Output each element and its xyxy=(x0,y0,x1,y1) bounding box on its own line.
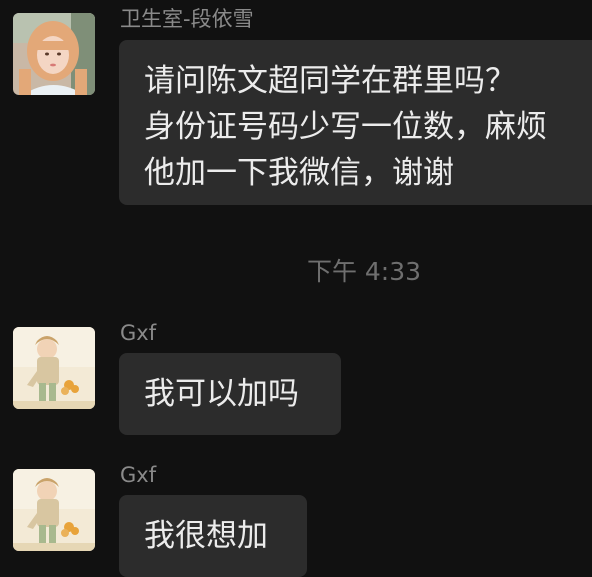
sender-name: 卫生室-段依雪 xyxy=(120,7,254,31)
avatar[interactable] xyxy=(13,13,95,95)
woman-portrait-icon xyxy=(13,13,95,95)
anime-character-icon xyxy=(13,469,95,551)
message-text: 我可以加吗 xyxy=(144,376,299,412)
sender-name: Gxf xyxy=(120,321,157,345)
message-text: 他加一下我微信，谢谢 xyxy=(144,155,454,191)
message-text: 请问陈文超同学在群里吗？ xyxy=(144,63,516,99)
anime-character-icon xyxy=(13,327,95,409)
avatar[interactable] xyxy=(13,469,95,551)
sender-name: Gxf xyxy=(120,463,157,487)
message-text: 身份证号码少写一位数，麻烦 xyxy=(144,109,547,145)
chat-message-list[interactable]: 卫生室-段依雪 请问陈文超同学在群里吗？ 身份证号码少写一位数，麻烦 他加一下我… xyxy=(0,0,592,577)
message-bubble[interactable]: 我很想加 xyxy=(119,495,307,577)
message-bubble[interactable]: 我可以加吗 xyxy=(119,353,341,435)
avatar[interactable] xyxy=(13,327,95,409)
time-divider: 下午 4:33 xyxy=(306,257,422,286)
message-bubble[interactable]: 请问陈文超同学在群里吗？ 身份证号码少写一位数，麻烦 他加一下我微信，谢谢 xyxy=(119,40,592,205)
message-text: 我很想加 xyxy=(144,518,268,554)
